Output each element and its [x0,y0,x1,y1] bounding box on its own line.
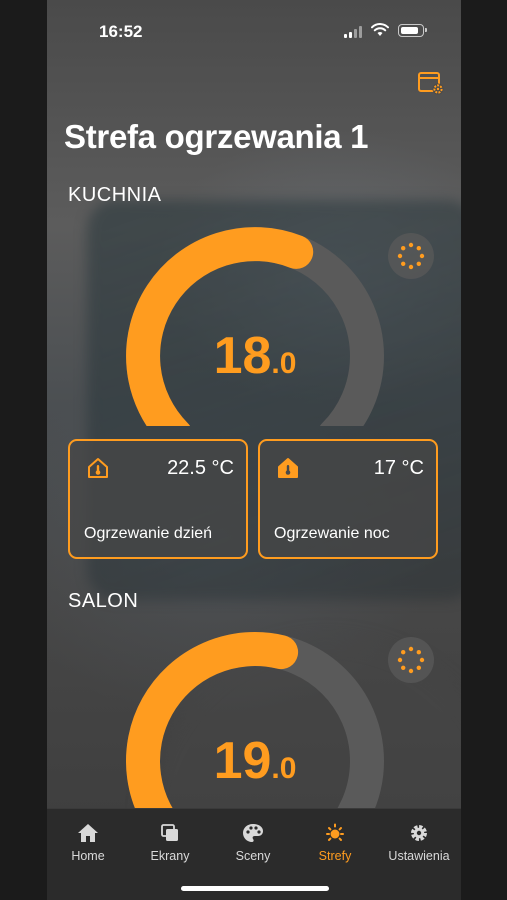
tab-label: Ustawienia [388,849,450,863]
zone-settings-button[interactable] [417,70,445,96]
current-temperature: 18.0 [125,326,385,386]
tab-zones[interactable]: Strefy [295,823,375,863]
temperature-integer: 19 [213,732,272,790]
screens-icon [161,824,178,841]
loading-dots-icon [397,242,425,270]
zone-mode-button[interactable] [388,637,434,683]
page-title: Strefa ogrzewania 1 [64,118,369,155]
preset-card-day[interactable]: 22.5 °C Ogrzewanie dzień [68,439,248,559]
tab-label: Home [71,849,105,863]
zone-mode-button[interactable] [388,233,434,279]
temperature-decimal: .0 [271,752,297,785]
tab-label: Sceny [235,849,271,863]
cellular-signal-icon [344,26,362,38]
phone-screen: 16:52 Strefa ogrzewania 1 KUCHNIA 18.0 2… [47,0,461,900]
tab-label: Strefy [318,849,352,863]
heat-home-filled-icon [278,458,298,478]
temperature-gauge[interactable]: 19.0 [125,631,385,831]
preset-card-night[interactable]: 17 °C Ogrzewanie noc [258,439,438,559]
wifi-icon [371,23,389,36]
temperature-integer: 18 [213,327,272,385]
zones-sun-icon [326,823,344,841]
heat-home-outline-icon [88,458,108,478]
window-gear-icon [418,72,444,95]
preset-temperature: 17 °C [373,457,424,479]
zone-name: SALON [68,590,139,612]
preset-temperature: 22.5 °C [167,457,234,479]
tab-home[interactable]: Home [48,823,128,863]
preset-label: Ogrzewanie dzień [84,525,213,542]
tab-screens[interactable]: Ekrany [130,823,210,863]
current-temperature: 19.0 [125,731,385,791]
palette-icon [243,824,263,842]
status-bar: 16:52 [47,0,461,60]
loading-dots-icon [397,646,425,674]
temperature-gauge[interactable]: 18.0 [125,226,385,426]
zone-name: KUCHNIA [68,184,162,206]
battery-icon [398,24,427,37]
home-indicator [181,886,329,891]
status-time: 16:52 [99,22,143,41]
home-icon [78,824,98,842]
gear-icon [411,825,427,841]
tab-scenes[interactable]: Sceny [213,823,293,863]
tab-label: Ekrany [150,849,190,863]
tab-settings[interactable]: Ustawienia [379,823,459,863]
temperature-decimal: .0 [271,347,297,380]
preset-label: Ogrzewanie noc [274,525,390,542]
